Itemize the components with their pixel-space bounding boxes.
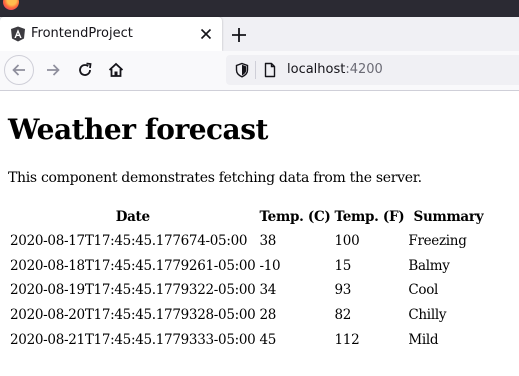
- forecast-table: Date Temp. (C) Temp. (F) Summary 2020-08…: [8, 205, 490, 352]
- cell-temp-c: -10: [259, 257, 281, 274]
- column-header-date: Date: [115, 209, 150, 225]
- cell-temp-f: 82: [334, 307, 352, 324]
- url-text[interactable]: localhost:4200: [287, 62, 383, 77]
- cell-temp-f: 93: [334, 282, 352, 299]
- forward-button[interactable]: [38, 55, 68, 85]
- table-header-row: Date Temp. (C) Temp. (F) Summary: [8, 205, 490, 229]
- cell-date: 2020-08-17T17:45:45.177674-05:00: [10, 233, 248, 250]
- table-row: 2020-08-21T17:45:45.1779333-05:00 45 112…: [8, 327, 490, 352]
- back-button[interactable]: [4, 55, 34, 85]
- navigation-toolbar: localhost:4200: [0, 51, 519, 91]
- page-description: This component demonstrates fetching dat…: [8, 170, 422, 186]
- cell-temp-f: 100: [334, 233, 360, 250]
- cell-summary: Freezing: [408, 233, 467, 250]
- table-row: 2020-08-17T17:45:45.177674-05:00 38 100 …: [8, 229, 490, 254]
- cell-date: 2020-08-20T17:45:45.1779328-05:00: [10, 307, 256, 324]
- cell-temp-c: 34: [259, 282, 277, 299]
- table-row: 2020-08-19T17:45:45.1779322-05:00 34 93 …: [8, 278, 490, 303]
- close-icon[interactable]: [198, 26, 214, 42]
- column-header-summary: Summary: [413, 209, 484, 225]
- arrow-left-icon: [12, 64, 25, 76]
- cell-temp-c: 38: [259, 233, 277, 250]
- cell-temp-f: 15: [334, 257, 352, 274]
- column-header-temp-c: Temp. (C): [259, 209, 331, 225]
- reload-button[interactable]: [70, 55, 100, 85]
- page-title: Weather forecast: [8, 113, 268, 146]
- angular-icon: [11, 26, 25, 42]
- table-row: 2020-08-20T17:45:45.1779328-05:00 28 82 …: [8, 303, 490, 328]
- home-button[interactable]: [101, 55, 131, 85]
- url-port: :4200: [345, 62, 383, 77]
- url-bar[interactable]: localhost:4200: [226, 55, 519, 85]
- cell-date: 2020-08-18T17:45:45.1779261-05:00: [10, 257, 256, 274]
- cell-summary: Cool: [408, 282, 439, 299]
- column-header-temp-f: Temp. (F): [334, 209, 405, 225]
- page-icon[interactable]: [262, 62, 278, 78]
- firefox-logo-icon: [3, 0, 19, 10]
- plus-icon[interactable]: [229, 25, 249, 45]
- table-row: 2020-08-18T17:45:45.1779261-05:00 -10 15…: [8, 254, 490, 279]
- home-icon: [108, 62, 124, 77]
- browser-tab[interactable]: FrontendProject: [0, 17, 222, 51]
- cell-date: 2020-08-19T17:45:45.1779322-05:00: [10, 282, 256, 299]
- reload-icon: [79, 62, 92, 76]
- arrow-right-icon: [47, 64, 60, 76]
- cell-temp-c: 28: [259, 307, 277, 324]
- tab-strip: FrontendProject: [0, 17, 519, 51]
- url-separator: [255, 61, 256, 79]
- url-host: localhost: [287, 62, 346, 77]
- cell-summary: Chilly: [408, 307, 447, 324]
- cell-temp-f: 112: [334, 331, 360, 348]
- cell-temp-c: 45: [259, 331, 277, 348]
- window-titlebar: [0, 0, 519, 17]
- shield-icon[interactable]: [234, 62, 250, 78]
- cell-date: 2020-08-21T17:45:45.1779333-05:00: [10, 331, 256, 348]
- cell-summary: Balmy: [408, 257, 450, 274]
- cell-summary: Mild: [408, 331, 439, 348]
- tab-title: FrontendProject: [31, 26, 133, 41]
